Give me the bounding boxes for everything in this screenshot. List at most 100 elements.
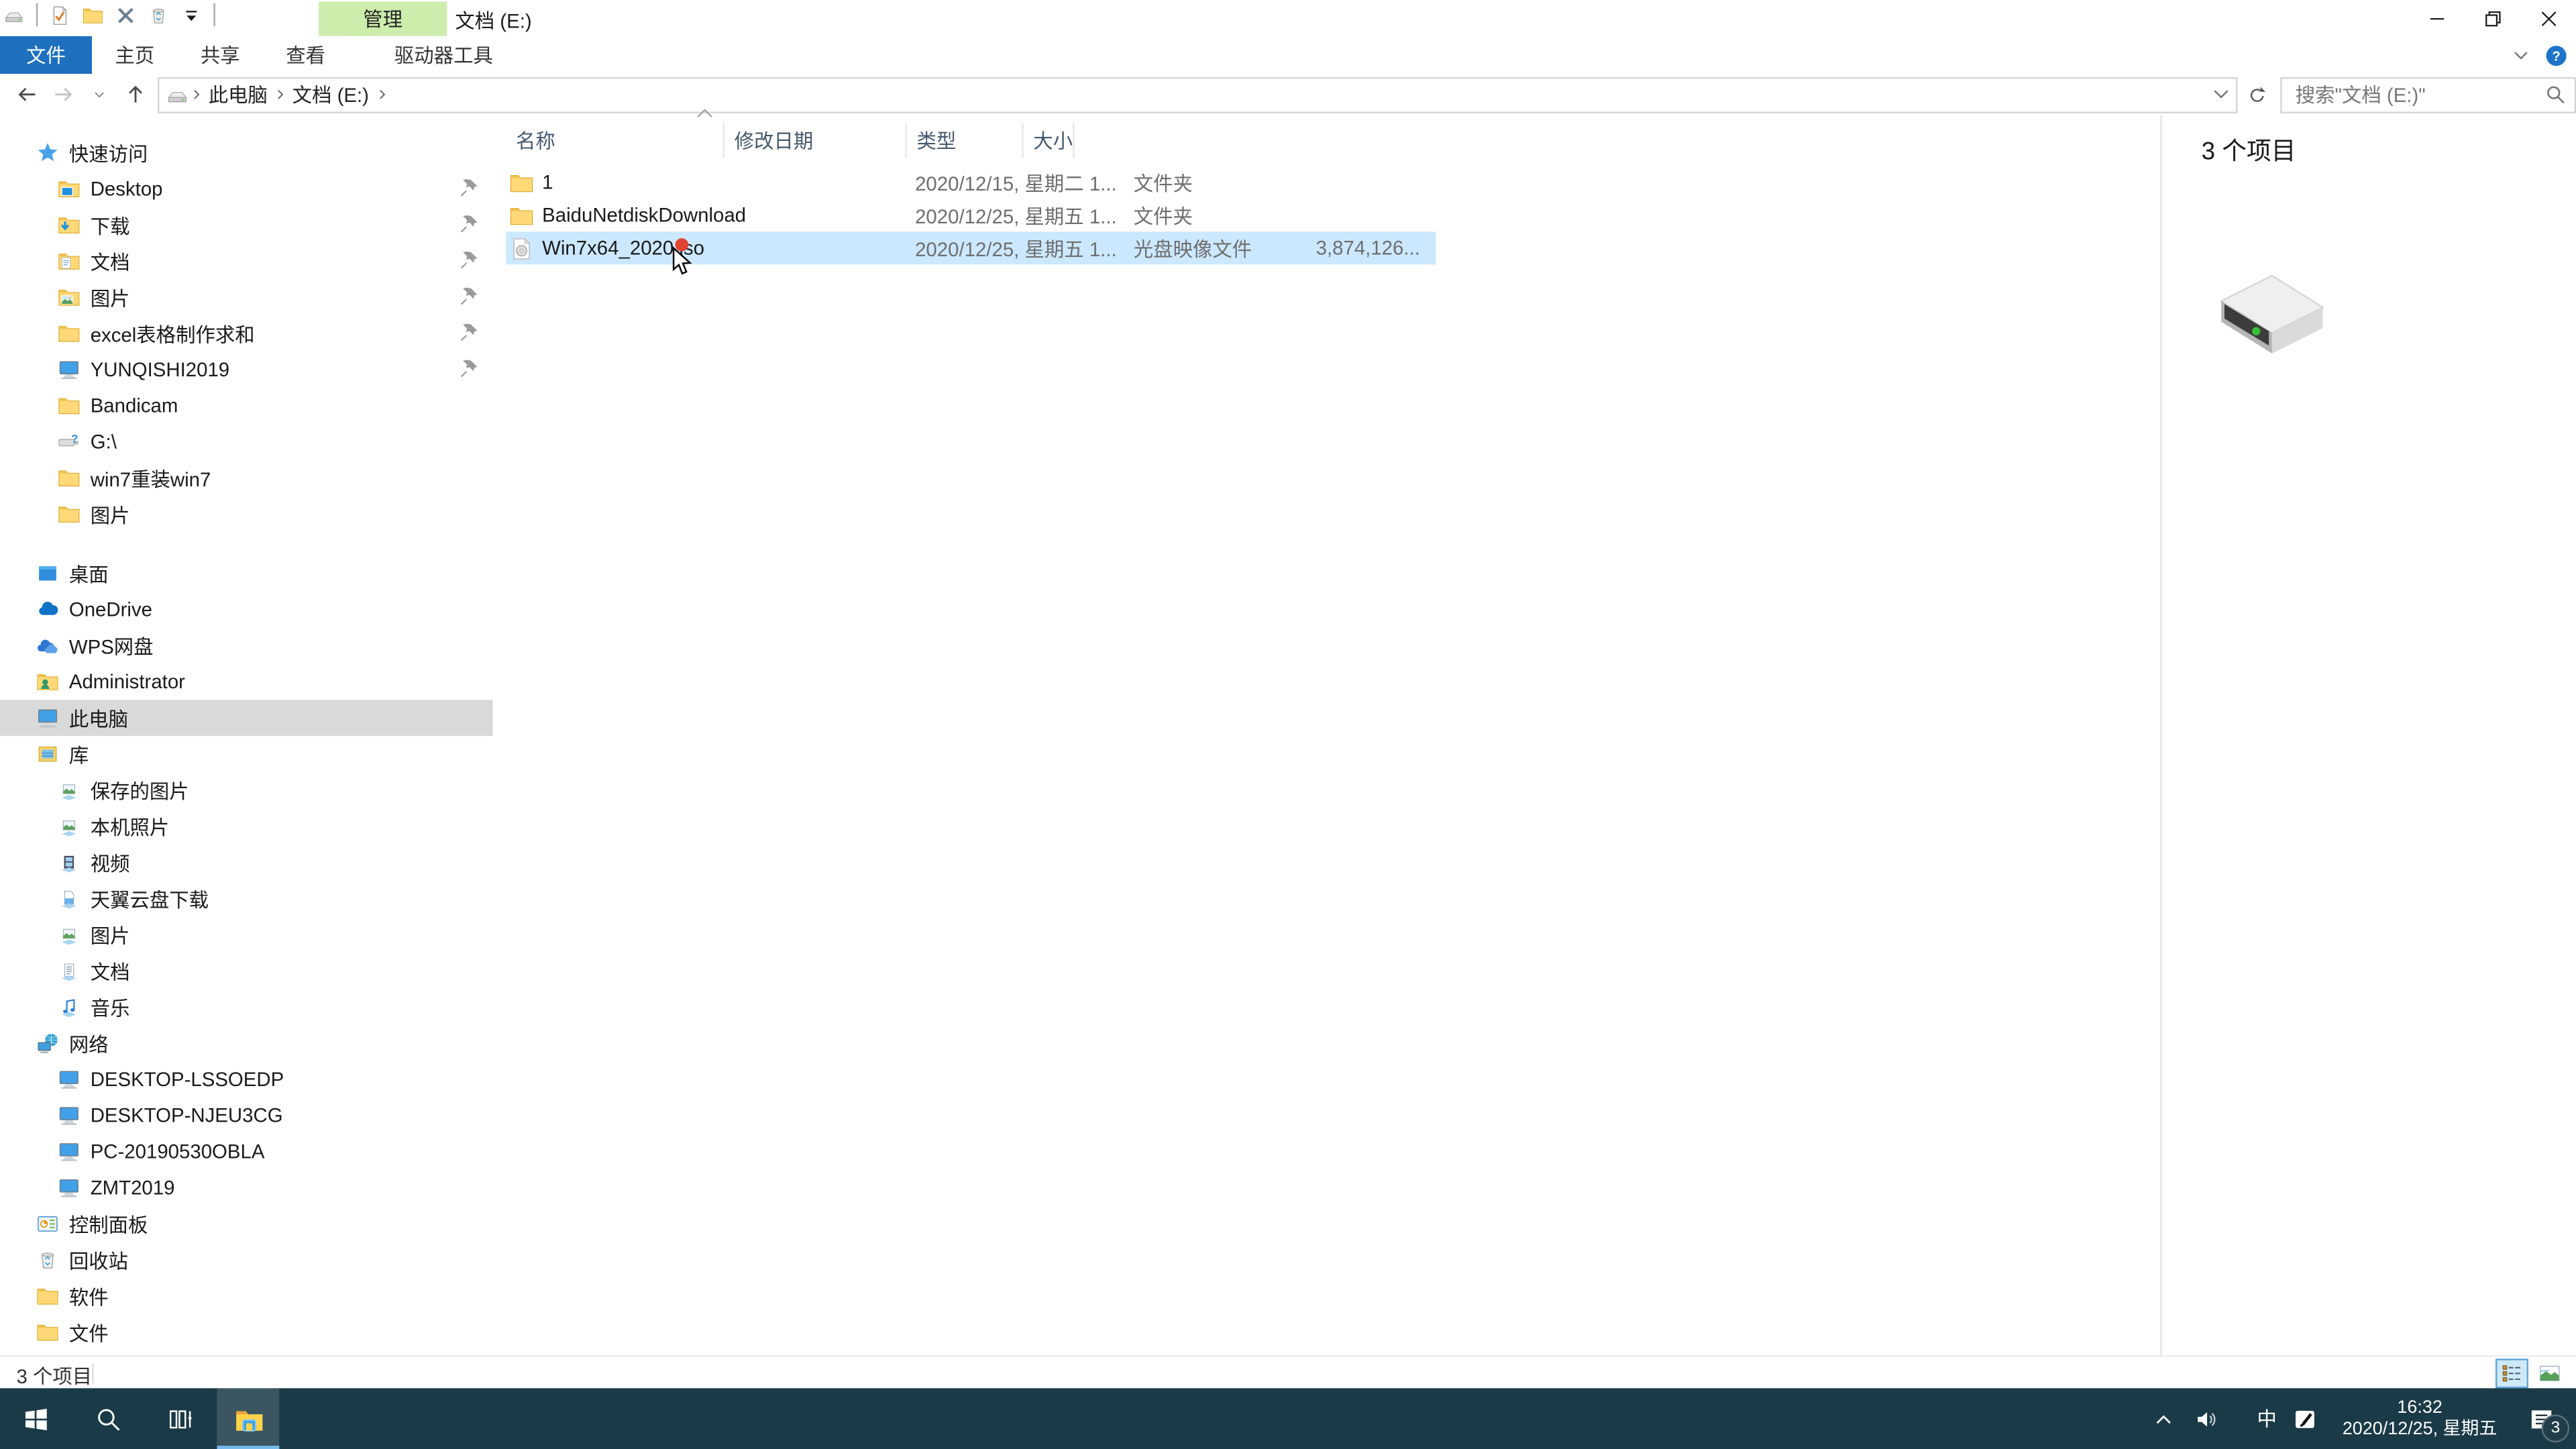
sidebar-item-label: 图片	[90, 503, 130, 527]
sidebar-item[interactable]: ? G:\	[0, 424, 493, 460]
sidebar-item[interactable]: Bandicam	[0, 388, 493, 424]
large-icons-view-button[interactable]	[2533, 1358, 2566, 1388]
sidebar-item[interactable]: win7重装win7	[0, 460, 493, 496]
sidebar-item[interactable]: 文件	[0, 1314, 493, 1350]
column-header[interactable]: 类型	[907, 123, 1024, 158]
sidebar-item[interactable]: 文档	[0, 243, 493, 279]
column-header[interactable]: 大小	[1024, 123, 1075, 158]
address-field[interactable]: 此电脑 文档 (E:)	[157, 76, 2239, 113]
ime-indicator[interactable]: 中	[2231, 1394, 2280, 1443]
file-row[interactable]: BaiduNetdiskDownload 2020/12/25, 星期五 1..…	[506, 199, 1436, 231]
sidebar-item[interactable]: 天翼云盘下载	[0, 881, 493, 917]
library-documents-icon	[58, 959, 80, 982]
help-button[interactable]: ?	[2543, 42, 2569, 68]
qat-button[interactable]	[115, 4, 136, 25]
volume[interactable]	[2188, 1394, 2224, 1443]
close-button[interactable]	[2520, 0, 2576, 36]
sidebar-item[interactable]: 网络	[0, 1025, 493, 1061]
sidebar-item[interactable]: WPS网盘	[0, 628, 493, 664]
sidebar-item-label: G:\	[90, 430, 117, 453]
taskbar-clock[interactable]: 16:32 2020/12/25, 星期五	[2329, 1397, 2510, 1440]
sidebar-item[interactable]: excel表格制作求和	[0, 315, 493, 352]
file-list: 名称 修改日期 类型 大小 1 2020/12/15, 星期二 1... 文件夹 Ba…	[493, 109, 2161, 1355]
breadcrumb-chevron-icon[interactable]	[189, 87, 203, 102]
ribbon-tab[interactable]: 查看	[262, 36, 349, 74]
hard-drive-icon	[2208, 266, 2336, 362]
sidebar-item[interactable]: 控制面板	[0, 1206, 493, 1242]
pin-icon	[458, 322, 480, 343]
search-input[interactable]	[2292, 81, 2546, 108]
sidebar-item[interactable]: 回收站	[0, 1242, 493, 1278]
taskbar-search-button[interactable]	[72, 1388, 145, 1449]
sidebar-item[interactable]: DESKTOP-LSSOEDP	[0, 1061, 493, 1097]
maximize-button[interactable]	[2464, 0, 2520, 36]
breadcrumb-item[interactable]: 文档 (E:)	[287, 80, 374, 109]
qat-button[interactable]	[82, 4, 103, 25]
minimize-button[interactable]	[2408, 0, 2465, 36]
breadcrumb-chevron-icon[interactable]	[272, 87, 287, 102]
address-dropdown-icon[interactable]	[2210, 81, 2233, 104]
file-explorer-window: 管理 文档 (E:) 文件 主页 共享 查看 驱动器工具 ? 此电脑 文档 (E…	[0, 0, 2576, 1390]
sidebar-item[interactable]: 图片	[0, 496, 493, 533]
details-view-icon	[2500, 1362, 2523, 1385]
sidebar-item[interactable]: 本机照片	[0, 808, 493, 845]
sidebar-item[interactable]: OneDrive	[0, 592, 493, 628]
file-name: Win7x64_2020.iso	[542, 236, 704, 260]
details-view-button[interactable]	[2496, 1358, 2528, 1389]
task-view-button[interactable]	[145, 1388, 217, 1449]
qat-button[interactable]	[49, 4, 70, 25]
window-drive-icon	[3, 4, 25, 25]
sidebar-item[interactable]: DESKTOP-NJEU3CG	[0, 1097, 493, 1134]
sidebar-item[interactable]: 快速访问	[0, 135, 493, 171]
sidebar-item[interactable]: 视频	[0, 845, 493, 881]
svg-text:?: ?	[71, 432, 78, 445]
search-icon[interactable]	[2544, 83, 2566, 105]
sidebar-item[interactable]: ZMT2019	[0, 1170, 493, 1206]
sidebar-item[interactable]: PC-20190530OBLA	[0, 1134, 493, 1170]
sidebar-item[interactable]: Desktop	[0, 171, 493, 207]
sidebar-item[interactable]: 此电脑	[0, 700, 493, 737]
folder-icon	[509, 203, 534, 227]
ribbon-tab[interactable]: 驱动器工具	[371, 36, 517, 74]
system-tray: 中 16:32 2020/12/25, 星期五 3	[2145, 1388, 2576, 1449]
sidebar-item[interactable]: YUNQISHI2019	[0, 352, 493, 388]
ribbon-tab[interactable]: 主页	[92, 36, 178, 74]
breadcrumb-chevron-icon[interactable]	[374, 87, 388, 102]
file-size: 3,874,126...	[1316, 236, 1420, 260]
sidebar-item[interactable]: 文档	[0, 953, 493, 989]
taskbar-file-explorer-button[interactable]	[217, 1388, 280, 1449]
breadcrumb-item[interactable]: 此电脑	[203, 80, 272, 109]
column-header[interactable]: 名称	[506, 123, 725, 158]
sidebar-item[interactable]: 音乐	[0, 989, 493, 1025]
sidebar-item[interactable]: 图片	[0, 917, 493, 953]
file-row[interactable]: 1 2020/12/15, 星期二 1... 文件夹	[506, 166, 1436, 199]
sidebar-item[interactable]: 软件	[0, 1278, 493, 1314]
ribbon-tab[interactable]: 共享	[177, 36, 263, 74]
column-header[interactable]: 修改日期	[724, 123, 907, 158]
sidebar-item[interactable]: 桌面	[0, 555, 493, 592]
sidebar-item[interactable]: 下载	[0, 207, 493, 244]
qat-button[interactable]	[148, 4, 169, 25]
ribbon-tab[interactable]: 文件	[0, 36, 93, 74]
sidebar-item[interactable]: 库	[0, 736, 493, 772]
recent-locations-button[interactable]	[82, 78, 118, 111]
start-button[interactable]	[0, 1388, 72, 1449]
forward-button[interactable]	[46, 78, 82, 111]
hidden-icons-chevron[interactable]	[2145, 1394, 2182, 1443]
sidebar-item-label: Administrator	[68, 670, 185, 694]
file-row[interactable]: Win7x64_2020.iso 2020/12/25, 星期五 1... 光盘…	[506, 231, 1436, 265]
up-button[interactable]	[118, 78, 154, 111]
sort-ascending-icon[interactable]	[696, 109, 712, 119]
sidebar-item-label: 软件	[68, 1285, 109, 1309]
sidebar-item[interactable]: Administrator	[0, 663, 493, 700]
chevron-up-icon	[2152, 1407, 2175, 1430]
tray-app[interactable]	[2287, 1394, 2323, 1443]
refresh-button[interactable]	[2241, 78, 2274, 111]
back-button[interactable]	[10, 78, 46, 111]
qat-button[interactable]	[180, 4, 202, 25]
sidebar-item-label: 文档	[90, 960, 130, 983]
action-center-button[interactable]: 3	[2517, 1388, 2570, 1449]
expand-ribbon-button[interactable]	[2507, 42, 2533, 68]
sidebar-item[interactable]: 图片	[0, 279, 493, 315]
sidebar-item[interactable]: 保存的图片	[0, 772, 493, 808]
